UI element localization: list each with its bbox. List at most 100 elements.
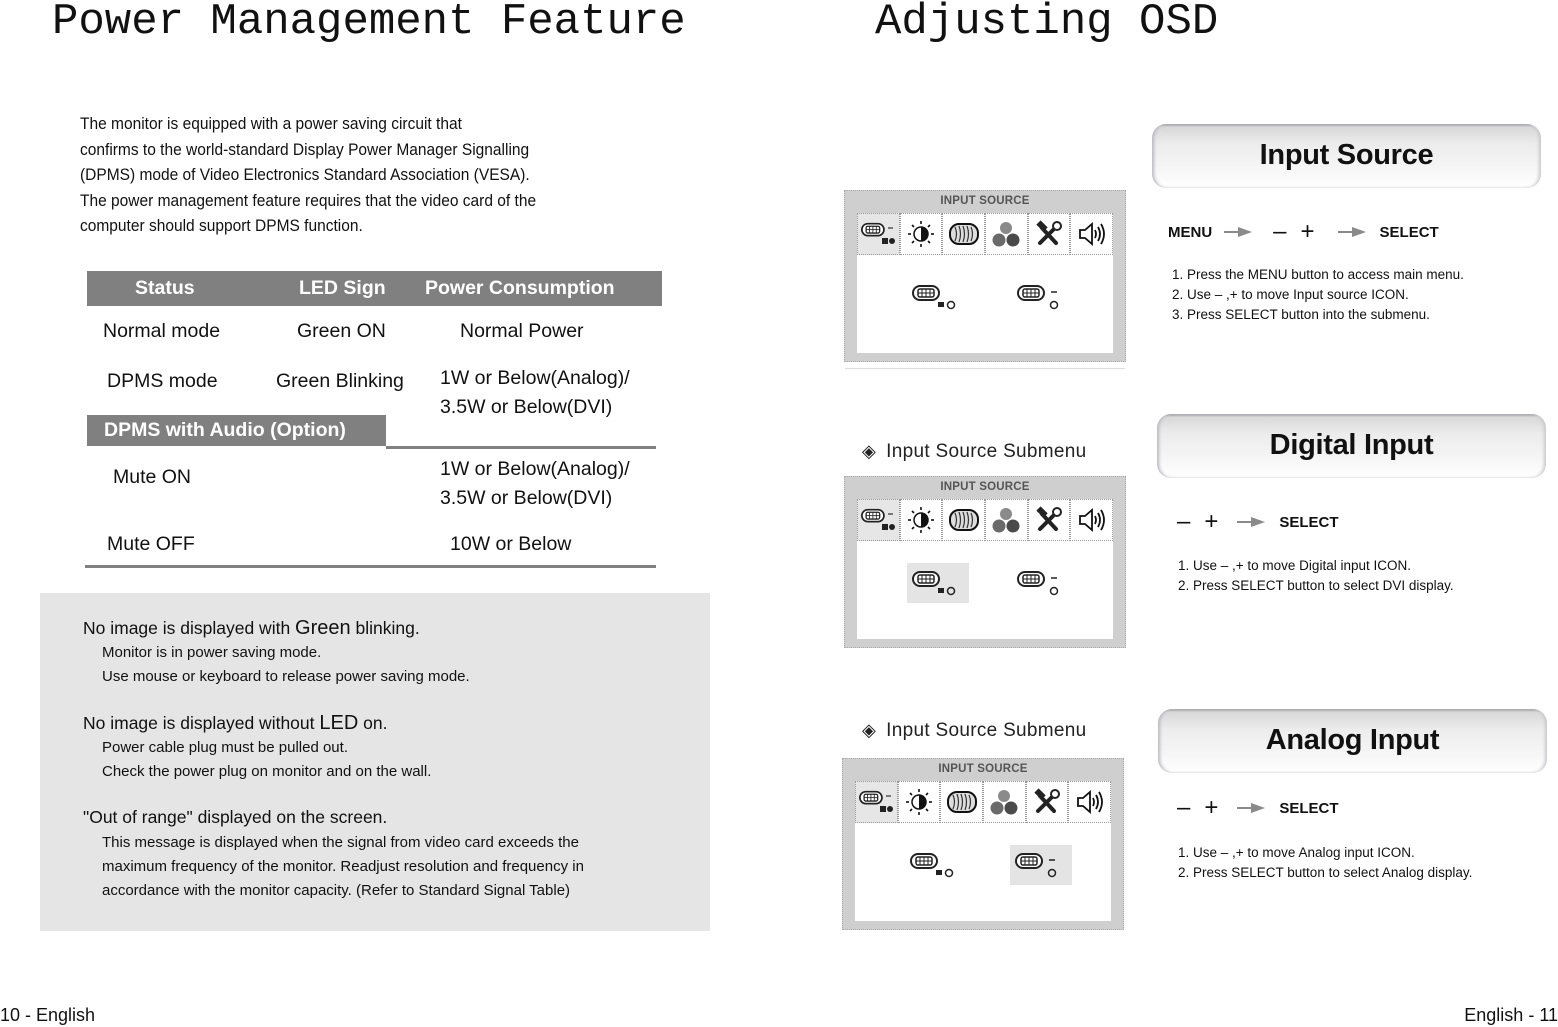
input-source-icon xyxy=(861,508,896,530)
trouble-heading: No image is displayed with Green blinkin… xyxy=(83,617,420,640)
speaker-icon xyxy=(1078,222,1105,246)
button-sequence: – + SELECT xyxy=(1170,794,1339,821)
trouble-line: maximum frequency of the monitor. Readju… xyxy=(102,858,584,875)
plus-key-label: + xyxy=(1204,794,1219,821)
plus-key-label: + xyxy=(1204,508,1219,535)
button-sequence: – + SELECT xyxy=(1170,508,1339,535)
step: 2. Press SELECT button to select DVI dis… xyxy=(1178,578,1454,593)
intro-line: computer should support DPMS function. xyxy=(80,217,363,235)
osd-tab-setup xyxy=(1025,781,1069,823)
heading-text: No image is displayed with xyxy=(83,618,296,638)
osd-screenshot-main: INPUT SOURCE xyxy=(844,190,1126,362)
diamond-bullet-icon: ◈ xyxy=(862,441,877,461)
osd-tab-audio xyxy=(1070,213,1114,255)
page-title-adjusting-osd: Adjusting OSD xyxy=(875,0,1219,47)
power-cell: 1W or Below(Analog)/ xyxy=(440,367,630,389)
status-cell: DPMS mode xyxy=(107,370,218,392)
heading-text: blinking. xyxy=(350,618,420,638)
step: 1. Press the MENU button to access main … xyxy=(1172,267,1464,282)
section-header-input-source: Input Source xyxy=(1152,124,1541,188)
column-header-power-consumption: Power Consumption xyxy=(425,277,615,299)
troubleshooting-box: No image is displayed with Green blinkin… xyxy=(40,593,710,931)
trouble-line: Monitor is in power saving mode. xyxy=(102,644,322,661)
osd-options-panel xyxy=(857,255,1113,353)
led-cell: Green Blinking xyxy=(276,370,404,392)
brightness-contrast-icon xyxy=(908,221,934,247)
heading-emphasis: Green xyxy=(295,617,351,639)
osd-tab-image xyxy=(942,499,986,541)
osd-tab-brightness xyxy=(899,499,943,541)
led-cell: Green ON xyxy=(297,320,386,342)
trouble-heading: No image is displayed without LED on. xyxy=(83,712,387,735)
instruction-steps: 1. Use – ,+ to move Analog input ICON. 2… xyxy=(1178,843,1472,883)
dsub-connector-icon xyxy=(1017,285,1059,310)
arrow-right-icon xyxy=(1237,517,1267,527)
trouble-heading: "Out of range" displayed on the screen. xyxy=(83,807,387,828)
input-source-icon xyxy=(859,790,894,812)
button-sequence: MENU – + SELECT xyxy=(1168,218,1439,245)
tools-icon xyxy=(1034,788,1061,813)
power-cell: 3.5W or Below(DVI) xyxy=(440,487,613,509)
step: 3. Press SELECT button into the submenu. xyxy=(1172,307,1430,322)
osd-option-digital xyxy=(907,277,969,317)
section-header-text: Digital Input xyxy=(1269,429,1434,461)
tools-icon xyxy=(1036,220,1063,245)
instruction-steps: 1. Press the MENU button to access main … xyxy=(1172,265,1464,325)
intro-line: (DPMS) mode of Video Electronics Standar… xyxy=(80,166,530,184)
arrow-right-icon xyxy=(1337,227,1368,237)
osd-option-analog-selected xyxy=(1010,845,1072,885)
power-cell: 10W or Below xyxy=(450,533,572,555)
color-icon xyxy=(992,508,1020,533)
menu-key-label: MENU xyxy=(1168,223,1213,241)
osd-tab-image xyxy=(942,213,986,255)
osd-options-panel xyxy=(855,823,1111,921)
select-key-label: SELECT xyxy=(1279,799,1339,817)
osd-tab-setup xyxy=(1027,213,1071,255)
page-number-left: 10 - English xyxy=(0,1005,96,1025)
intro-line: The monitor is equipped with a power sav… xyxy=(80,115,462,133)
step: 2. Press SELECT button to select Analog … xyxy=(1178,865,1473,880)
dsub-connector-icon xyxy=(1017,571,1059,596)
step: 2. Use – ,+ to move Input source ICON. xyxy=(1172,287,1409,302)
status-cell: Normal mode xyxy=(103,320,221,342)
osd-title: INPUT SOURCE xyxy=(940,481,1030,493)
dvi-connector-icon xyxy=(912,571,956,596)
image-geometry-icon xyxy=(948,223,979,245)
osd-tab-color xyxy=(985,499,1028,541)
osd-tab-image xyxy=(940,781,984,823)
osd-screenshot-digital: INPUT SOURCE xyxy=(844,476,1126,648)
intro-line: confirms to the world-standard Display P… xyxy=(80,140,530,159)
osd-options-panel xyxy=(857,541,1113,639)
osd-option-digital xyxy=(905,845,967,885)
select-key-label: SELECT xyxy=(1379,223,1439,241)
power-cell: Normal Power xyxy=(460,320,584,342)
osd-tab-setup xyxy=(1027,499,1071,541)
intro-line: The power management feature requires th… xyxy=(80,191,537,210)
trouble-line: This message is displayed when the signa… xyxy=(102,834,579,851)
trouble-line: Check the power plug on monitor and on t… xyxy=(102,763,432,780)
image-geometry-icon xyxy=(946,791,977,813)
speaker-icon xyxy=(1078,508,1105,532)
dvi-connector-icon xyxy=(910,853,954,878)
image-geometry-icon xyxy=(948,509,979,531)
submenu-label: ◈ Input Source Submenu xyxy=(862,441,1087,463)
submenu-label: ◈ Input Source Submenu xyxy=(862,720,1087,742)
color-icon xyxy=(990,790,1018,815)
section-header-digital-input: Digital Input xyxy=(1157,414,1546,478)
osd-tab-input-source xyxy=(857,213,900,255)
input-source-icon xyxy=(861,222,896,244)
trouble-line: Power cable plug must be pulled out. xyxy=(102,739,348,756)
diamond-bullet-icon: ◈ xyxy=(862,720,877,740)
osd-option-analog xyxy=(1012,563,1074,603)
osd-option-digital-selected xyxy=(907,563,969,603)
speaker-icon xyxy=(1076,790,1103,814)
arrow-right-icon xyxy=(1224,227,1254,237)
trouble-line: Use mouse or keyboard to release power s… xyxy=(102,668,470,685)
minus-key-label: – xyxy=(1273,218,1287,245)
brightness-contrast-icon xyxy=(906,789,932,815)
power-cell: 3.5W or Below(DVI) xyxy=(440,396,613,418)
page-number-right: English - 11 xyxy=(1464,1005,1558,1025)
heading-text: No image is displayed without xyxy=(83,713,320,733)
dvi-connector-icon xyxy=(912,285,956,310)
intro-paragraph: The monitor is equipped with a power sav… xyxy=(80,112,644,240)
